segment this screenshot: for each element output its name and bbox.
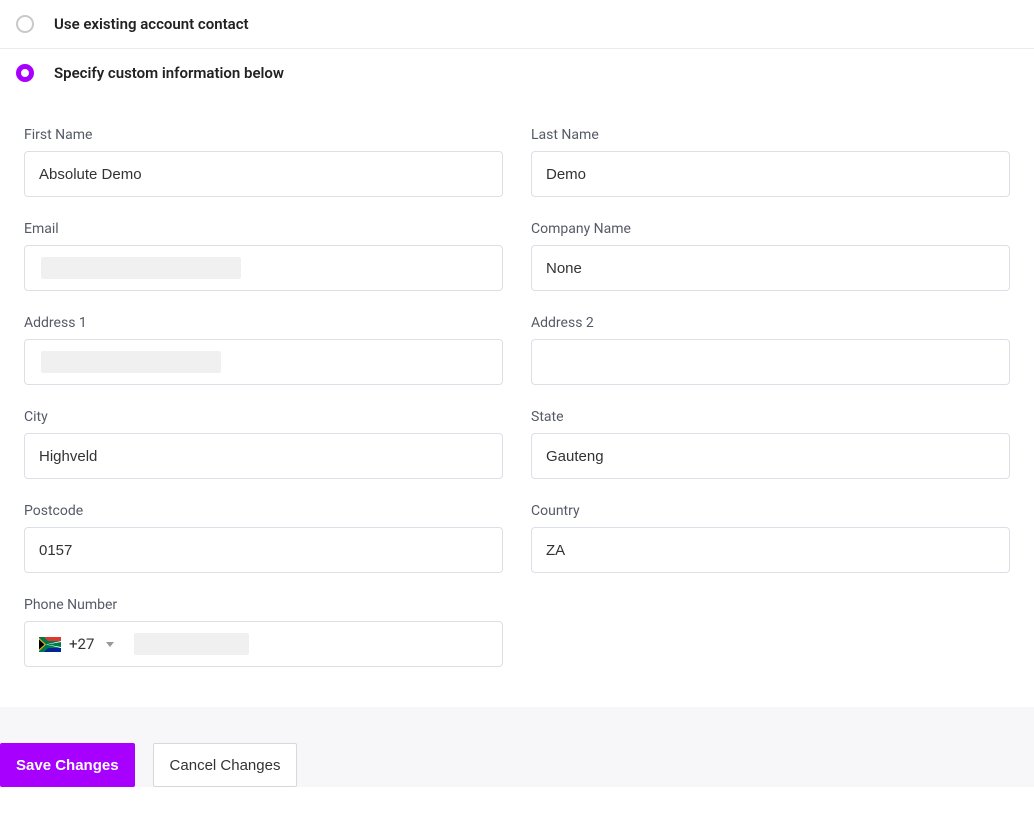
phone-label: Phone Number xyxy=(24,597,503,613)
field-state: State xyxy=(531,409,1010,479)
field-phone: Phone Number +27 xyxy=(24,597,503,667)
field-address2: Address 2 xyxy=(531,315,1010,385)
option-existing-label: Use existing account contact xyxy=(54,15,249,33)
cancel-button[interactable]: Cancel Changes xyxy=(153,743,298,787)
address2-label: Address 2 xyxy=(531,315,1010,331)
phone-redacted xyxy=(134,633,249,655)
email-input[interactable] xyxy=(24,245,503,291)
city-label: City xyxy=(24,409,503,425)
first-name-label: First Name xyxy=(24,127,503,143)
country-input[interactable] xyxy=(531,527,1010,573)
first-name-input[interactable] xyxy=(24,151,503,197)
company-input[interactable] xyxy=(531,245,1010,291)
phone-country-selector[interactable]: +27 xyxy=(25,622,124,666)
address1-redacted xyxy=(41,351,221,373)
postcode-input[interactable] xyxy=(24,527,503,573)
address1-input[interactable] xyxy=(24,339,503,385)
phone-dial-code: +27 xyxy=(69,635,94,653)
postcode-label: Postcode xyxy=(24,503,503,519)
footer-bar: Save Changes Cancel Changes xyxy=(0,707,1034,787)
last-name-label: Last Name xyxy=(531,127,1010,143)
state-input[interactable] xyxy=(531,433,1010,479)
option-custom-info[interactable]: Specify custom information below xyxy=(0,49,1034,97)
field-email: Email xyxy=(24,221,503,291)
company-label: Company Name xyxy=(531,221,1010,237)
last-name-input[interactable] xyxy=(531,151,1010,197)
field-city: City xyxy=(24,409,503,479)
field-last-name: Last Name xyxy=(531,127,1010,197)
flag-za-icon xyxy=(39,637,61,652)
field-company: Company Name xyxy=(531,221,1010,291)
email-label: Email xyxy=(24,221,503,237)
option-existing-contact[interactable]: Use existing account contact xyxy=(0,0,1034,48)
option-custom-label: Specify custom information below xyxy=(54,64,284,82)
email-redacted xyxy=(41,257,241,279)
address2-input[interactable] xyxy=(531,339,1010,385)
phone-input[interactable]: +27 xyxy=(24,621,503,667)
field-country: Country xyxy=(531,503,1010,573)
custom-info-form: First Name Last Name Email Company Name … xyxy=(0,97,1034,707)
phone-number-area[interactable] xyxy=(124,633,502,655)
radio-checked-icon[interactable] xyxy=(16,64,34,82)
city-input[interactable] xyxy=(24,433,503,479)
field-address1: Address 1 xyxy=(24,315,503,385)
state-label: State xyxy=(531,409,1010,425)
address1-label: Address 1 xyxy=(24,315,503,331)
chevron-down-icon xyxy=(106,642,114,647)
radio-unchecked-icon[interactable] xyxy=(16,15,34,33)
country-label: Country xyxy=(531,503,1010,519)
save-button[interactable]: Save Changes xyxy=(0,743,135,787)
field-first-name: First Name xyxy=(24,127,503,197)
field-postcode: Postcode xyxy=(24,503,503,573)
